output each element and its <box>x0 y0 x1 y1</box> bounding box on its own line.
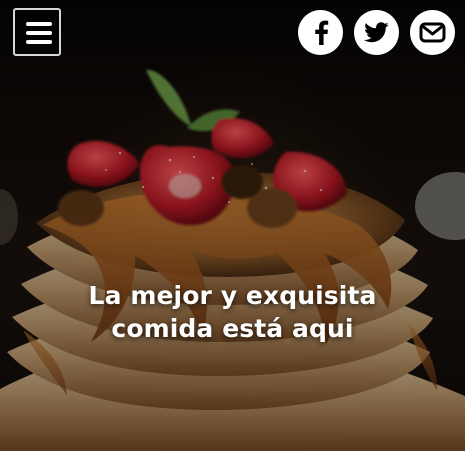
image-dark-overlay <box>0 0 465 451</box>
hero-headline: La mejor y exquisita comida está aqui <box>40 279 425 345</box>
hero-section: La mejor y exquisita comida está aqui <box>0 0 465 451</box>
envelope-icon <box>419 22 446 43</box>
twitter-link[interactable] <box>354 10 399 55</box>
email-link[interactable] <box>410 10 455 55</box>
facebook-icon <box>314 20 328 45</box>
hero-headline-line-2: comida está aqui <box>111 314 354 343</box>
social-links <box>298 10 455 55</box>
hamburger-icon <box>26 22 52 44</box>
hamburger-line <box>26 31 52 35</box>
hamburger-line <box>26 22 52 26</box>
twitter-icon <box>364 22 389 43</box>
menu-button[interactable] <box>13 8 61 56</box>
facebook-link[interactable] <box>298 10 343 55</box>
hamburger-line <box>26 40 52 44</box>
hero-headline-line-1: La mejor y exquisita <box>88 281 377 310</box>
